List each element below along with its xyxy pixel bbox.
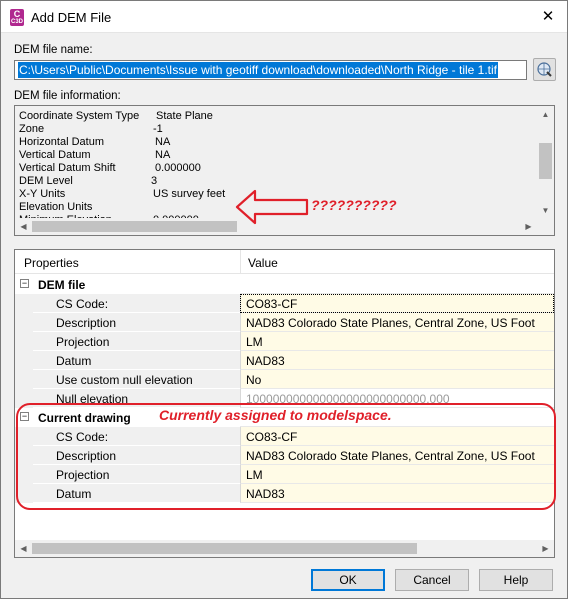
scroll-right-icon[interactable]: ▶ [520, 218, 537, 235]
grid-header: Properties Value [15, 250, 554, 274]
browse-globe-icon [537, 62, 552, 77]
property-row[interactable]: Projection LM [15, 465, 554, 484]
property-row[interactable]: Description NAD83 Colorado State Planes,… [15, 313, 554, 332]
dem-file-name-label: DEM file name: [14, 44, 93, 56]
grid-horizontal-scrollbar[interactable]: ◀ ▶ [15, 540, 554, 557]
scroll-corner [537, 218, 554, 235]
scroll-left-icon[interactable]: ◀ [15, 218, 32, 235]
property-row[interactable]: Projection LM [15, 332, 554, 351]
property-row[interactable]: CS Code: CO83-CF [15, 427, 554, 446]
property-row[interactable]: Datum NAD83 [15, 484, 554, 503]
column-divider[interactable] [240, 250, 241, 274]
scroll-right-icon[interactable]: ▶ [537, 540, 554, 557]
question-annotation: ?????????? [311, 197, 397, 213]
dem-file-name-field[interactable]: C:\Users\Public\Documents\Issue with geo… [14, 60, 527, 80]
property-row[interactable]: CS Code: CO83-CF [15, 294, 554, 313]
property-row[interactable]: Null elevation 1000000000000000000000000… [15, 389, 554, 408]
collapse-icon[interactable]: − [20, 279, 29, 288]
red-arrow-annotation-icon [235, 189, 309, 225]
civil3d-app-icon: C C3D [10, 9, 24, 26]
help-button[interactable]: Help [479, 569, 553, 591]
title-bar: C C3D Add DEM File ✕ [1, 1, 567, 33]
add-dem-file-dialog: C C3D Add DEM File ✕ DEM file name: C:\Us… [0, 0, 568, 599]
property-row[interactable]: Datum NAD83 [15, 351, 554, 370]
scroll-up-icon[interactable]: ▲ [537, 106, 554, 123]
scroll-thumb[interactable] [539, 143, 552, 179]
cancel-button[interactable]: Cancel [395, 569, 469, 591]
modelspace-annotation: Currently assigned to modelspace. [159, 407, 392, 423]
close-icon[interactable]: ✕ [535, 5, 561, 29]
property-row[interactable]: Use custom null elevation No [15, 370, 554, 389]
category-label: DEM file [38, 278, 86, 292]
properties-grid[interactable]: Properties Value − DEM file CS Code: CO8… [14, 249, 555, 558]
category-dem-file[interactable]: − DEM file [15, 275, 554, 294]
value-column-header[interactable]: Value [248, 256, 278, 270]
browse-file-button[interactable] [533, 58, 556, 81]
scroll-down-icon[interactable]: ▼ [537, 202, 554, 219]
scroll-thumb[interactable] [32, 543, 417, 554]
properties-column-header[interactable]: Properties [24, 256, 79, 270]
scroll-left-icon[interactable]: ◀ [15, 540, 32, 557]
property-row[interactable]: Description NAD83 Colorado State Planes,… [15, 446, 554, 465]
dem-file-information-label: DEM file information: [14, 90, 121, 102]
category-label: Current drawing [38, 411, 131, 425]
dem-file-path-text: C:\Users\Public\Documents\Issue with geo… [18, 62, 499, 78]
ok-button[interactable]: OK [311, 569, 385, 591]
info-vertical-scrollbar[interactable]: ▲ ▼ [537, 106, 554, 219]
scroll-thumb[interactable] [32, 221, 237, 232]
collapse-icon[interactable]: − [20, 412, 29, 421]
window-title: Add DEM File [31, 10, 112, 25]
